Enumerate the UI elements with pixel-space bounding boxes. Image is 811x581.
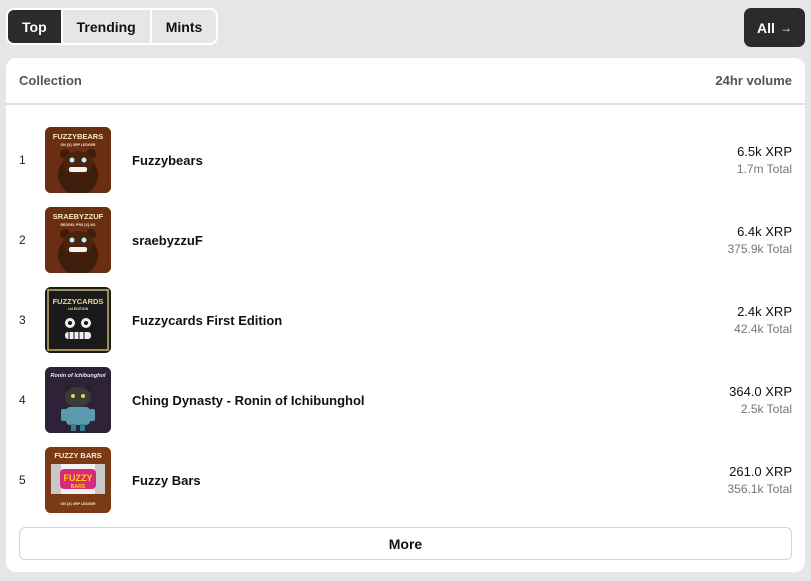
svg-text:REGDEL PRX {X} NO: REGDEL PRX {X} NO bbox=[61, 223, 96, 227]
table-row[interactable]: 1 FUZZYBEARS ON {X} XRP LEDGER Fuzzybear… bbox=[6, 126, 805, 194]
collection-thumbnail: FUZZYBEARS ON {X} XRP LEDGER bbox=[45, 127, 111, 193]
volume-cell: 6.5k XRP 1.7m Total bbox=[737, 143, 792, 178]
volume-24h: 6.5k XRP bbox=[737, 143, 792, 159]
volume-24h: 364.0 XRP bbox=[729, 383, 792, 399]
tab-trending[interactable]: Trending bbox=[60, 10, 150, 43]
table-row[interactable]: 5 FUZZY BARS FUZZY BARS ON {X} XRP LEDGE… bbox=[6, 446, 805, 514]
collection-name: Fuzzy Bars bbox=[132, 472, 201, 488]
collection-tabs: Top Trending Mints bbox=[6, 8, 219, 45]
more-button[interactable]: More bbox=[19, 527, 792, 560]
volume-cell: 261.0 XRP 356.1k Total bbox=[728, 463, 793, 498]
svg-text:ON {X} XRP LEDGER: ON {X} XRP LEDGER bbox=[61, 502, 96, 506]
svg-text:FUZZY BARS: FUZZY BARS bbox=[54, 451, 101, 460]
table-row[interactable]: 2 SRAEBYZZUF REGDEL PRX {X} NO sraebyzzu… bbox=[6, 206, 805, 274]
collection-thumbnail: Ronin of Ichibunghol bbox=[45, 367, 111, 433]
volume-total: 1.7m Total bbox=[736, 161, 792, 176]
collection-name: Fuzzycards First Edition bbox=[132, 312, 283, 328]
collection-thumbnail: FUZZY BARS FUZZY BARS ON {X} XRP LEDGER bbox=[45, 447, 111, 513]
volume-cell: 2.4k XRP 42.4k Total bbox=[734, 303, 792, 338]
volume-24h: 261.0 XRP bbox=[729, 463, 792, 479]
table-header: Collection 24hr volume bbox=[6, 58, 805, 105]
column-header-volume: 24hr volume bbox=[715, 73, 792, 88]
collection-thumbnail: SRAEBYZZUF REGDEL PRX {X} NO bbox=[45, 207, 111, 273]
tab-mints[interactable]: Mints bbox=[149, 10, 217, 43]
volume-cell: 6.4k XRP 375.9k Total bbox=[728, 223, 793, 258]
column-header-collection: Collection bbox=[19, 73, 82, 88]
collections-card: Collection 24hr volume 1 FUZZYBEARS ON {… bbox=[6, 58, 805, 572]
table-row[interactable]: 3 FUZZYCARDS 1st EDITION Fuzzycards Firs… bbox=[6, 286, 805, 354]
collection-name: Ching Dynasty - Ronin of Ichibunghol bbox=[132, 392, 365, 408]
rank-number: 1 bbox=[19, 153, 26, 167]
tab-top[interactable]: Top bbox=[8, 10, 61, 43]
volume-total: 42.4k Total bbox=[734, 321, 792, 336]
volume-total: 375.9k Total bbox=[727, 241, 793, 256]
volume-total: 2.5k Total bbox=[740, 401, 792, 416]
rank-number: 3 bbox=[19, 313, 26, 327]
svg-text:FUZZY: FUZZY bbox=[64, 473, 93, 483]
rank-number: 4 bbox=[19, 393, 26, 407]
collection-name: Fuzzybears bbox=[132, 152, 203, 168]
table-row[interactable]: 4 Ronin of Ichibunghol Ching Dynasty - R… bbox=[6, 366, 805, 434]
rank-number: 5 bbox=[19, 473, 26, 487]
arrow-right-icon: → bbox=[779, 20, 792, 35]
volume-total: 356.1k Total bbox=[727, 481, 793, 496]
collection-name: sraebyzzuF bbox=[132, 232, 203, 248]
svg-text:FUZZYBEARS: FUZZYBEARS bbox=[53, 132, 103, 141]
svg-text:BARS: BARS bbox=[71, 484, 86, 490]
svg-text:Ronin of Ichibunghol: Ronin of Ichibunghol bbox=[51, 373, 106, 379]
svg-text:SRAEBYZZUF: SRAEBYZZUF bbox=[53, 212, 104, 221]
all-button-label: All bbox=[757, 19, 775, 36]
svg-text:1st EDITION: 1st EDITION bbox=[68, 307, 89, 311]
collection-thumbnail: FUZZYCARDS 1st EDITION bbox=[45, 287, 111, 353]
all-button[interactable]: All → bbox=[744, 8, 805, 47]
volume-24h: 2.4k XRP bbox=[737, 303, 792, 319]
svg-text:ON {X} XRP LEDGER: ON {X} XRP LEDGER bbox=[61, 143, 96, 147]
svg-text:FUZZYCARDS: FUZZYCARDS bbox=[53, 297, 104, 306]
volume-24h: 6.4k XRP bbox=[737, 223, 792, 239]
volume-cell: 364.0 XRP 2.5k Total bbox=[729, 383, 792, 418]
rank-number: 2 bbox=[19, 233, 26, 247]
